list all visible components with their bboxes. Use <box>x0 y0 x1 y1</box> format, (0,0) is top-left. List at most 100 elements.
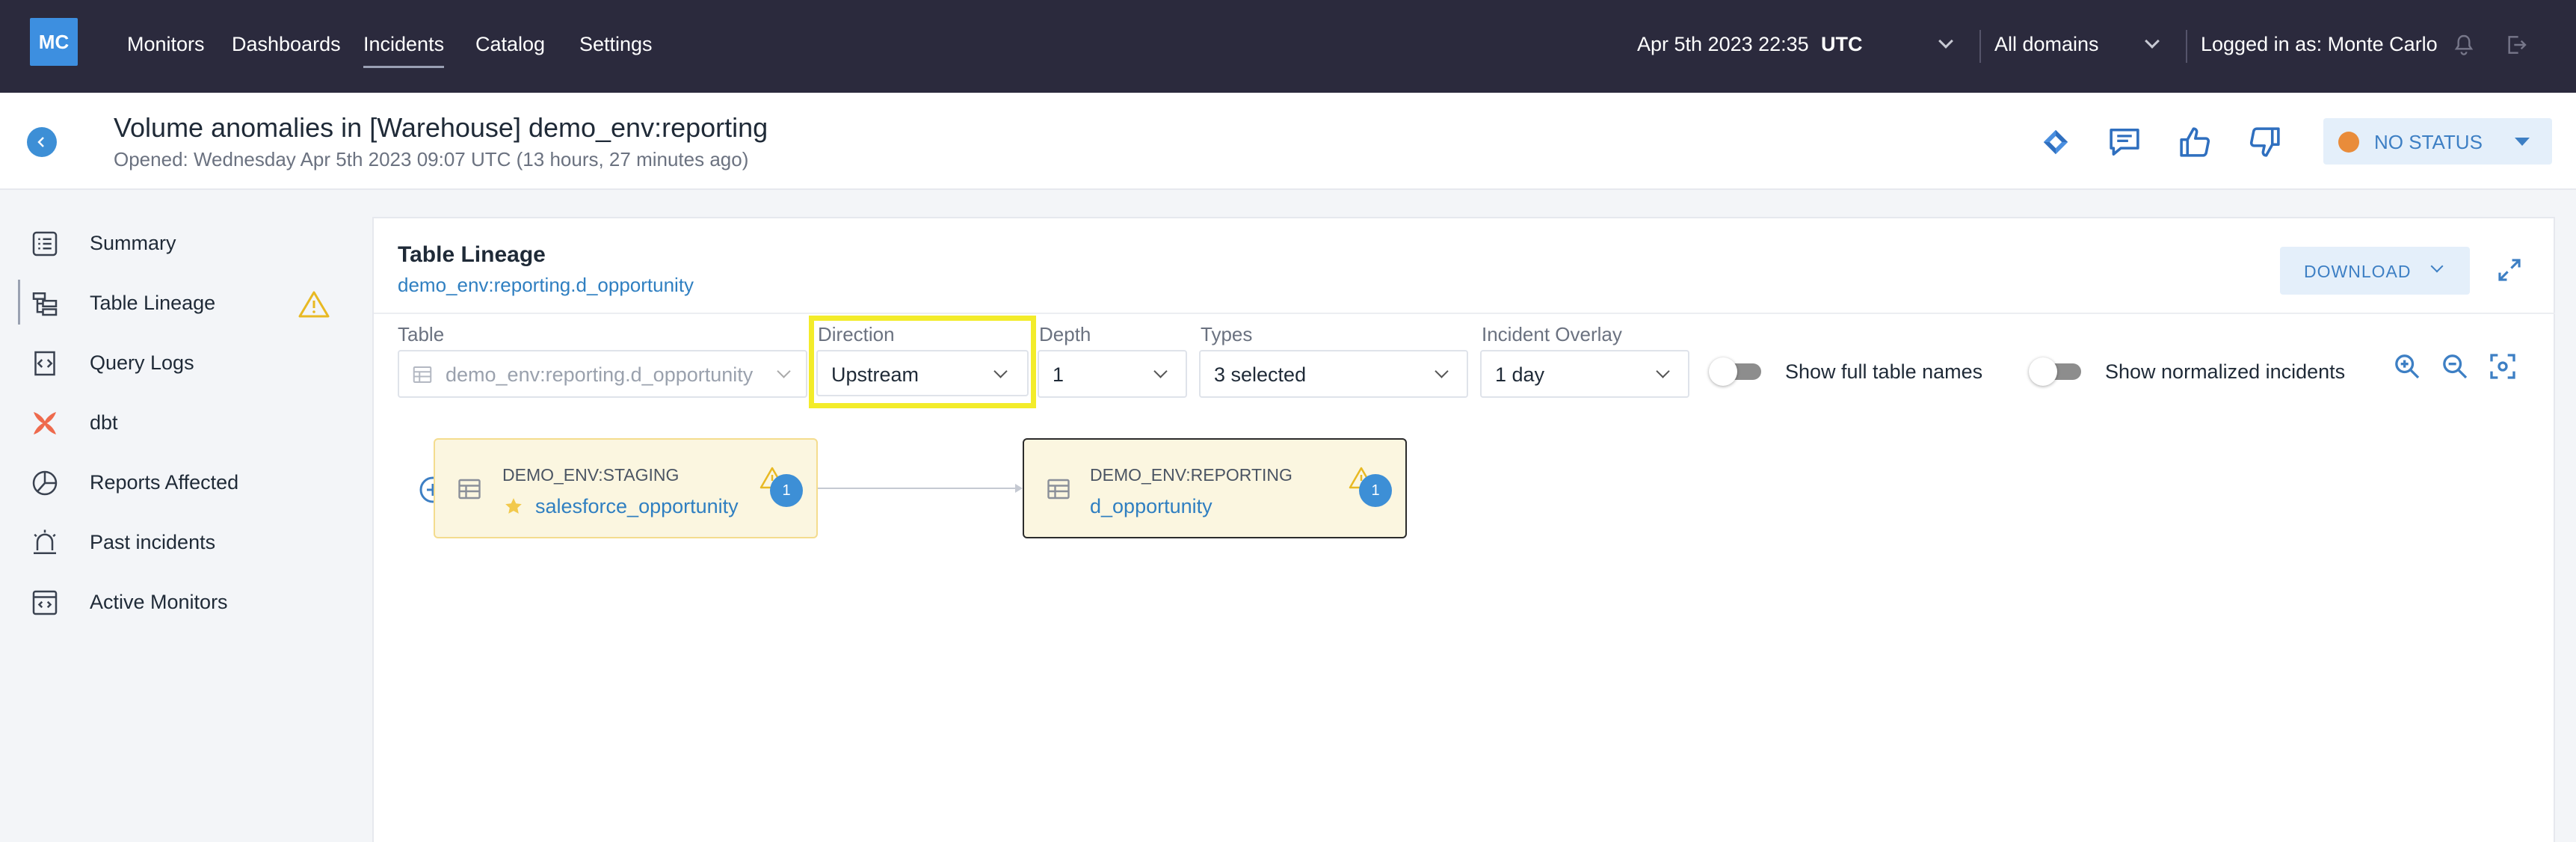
depth-select-value: 1 <box>1053 363 1064 386</box>
table-select: demo_env:reporting.d_opportunity <box>398 350 807 398</box>
nav-dashboards[interactable]: Dashboards <box>232 33 341 56</box>
node-table-name: d_opportunity <box>1090 495 1212 517</box>
sidebar-item-active-monitors[interactable]: Active Monitors <box>0 574 351 628</box>
monte-carlo-logo[interactable]: MC <box>30 18 78 66</box>
monitor-window-icon <box>32 590 58 615</box>
incident-count-badge: 1 <box>1359 474 1392 507</box>
chevron-down-icon <box>1153 364 1168 378</box>
sidebar-item-summary[interactable]: Summary <box>0 215 351 269</box>
table-icon <box>1047 479 1070 500</box>
lineage-node-current[interactable]: DEMO_ENV:REPORTING d_opportunity 1 <box>1023 438 1407 538</box>
lineage-icon <box>32 292 58 316</box>
lineage-node-upstream[interactable]: DEMO_ENV:STAGING salesforce_opportunity … <box>434 438 818 538</box>
divider <box>2186 30 2187 63</box>
card-title: Table Lineage <box>398 242 546 267</box>
sidebar-item-label: Query Logs <box>90 351 194 374</box>
sidebar-item-query-logs[interactable]: Query Logs <box>0 335 351 389</box>
thumbs-down-icon[interactable] <box>2246 123 2284 162</box>
direction-filter-label: Direction <box>818 323 895 345</box>
table-icon <box>413 366 432 383</box>
chevron-left-icon <box>37 137 44 147</box>
node-table-name: salesforce_opportunity <box>535 495 739 517</box>
chevron-down-icon <box>1656 364 1670 378</box>
table-filter-label: Table <box>398 323 445 345</box>
zoom-in-icon[interactable] <box>2392 351 2422 381</box>
table-icon <box>458 479 481 500</box>
sidebar-item-label: dbt <box>90 411 118 434</box>
nav-monitors[interactable]: Monitors <box>127 33 205 56</box>
divider <box>1979 30 1981 63</box>
nav-settings[interactable]: Settings <box>579 33 653 56</box>
domain-select-value: All domains <box>1994 33 2099 55</box>
logout-icon[interactable] <box>2504 33 2528 57</box>
depth-filter-label: Depth <box>1039 323 1091 345</box>
top-nav-bar: MC Monitors Dashboards Incidents Catalog… <box>0 0 2576 93</box>
direction-select[interactable]: Upstream <box>816 350 1029 396</box>
chevron-down-icon <box>1938 34 1953 49</box>
siren-icon <box>34 529 56 554</box>
code-icon <box>34 351 55 376</box>
page-title: Volume anomalies in [Warehouse] demo_env… <box>114 112 768 143</box>
status-indicator-dot <box>2338 132 2359 153</box>
sidebar-item-table-lineage[interactable]: Table Lineage <box>0 275 351 329</box>
status-label: NO STATUS <box>2374 131 2483 153</box>
divider <box>374 313 2555 314</box>
timezone-label: UTC <box>1821 33 1863 55</box>
full-table-names-toggle[interactable] <box>1709 357 1763 386</box>
table-lineage-card: Table Lineage demo_env:reporting.d_oppor… <box>372 217 2555 842</box>
normalized-incidents-label: Show normalized incidents <box>2105 360 2346 383</box>
chevron-down-icon <box>1435 364 1449 378</box>
list-icon <box>32 231 58 256</box>
bell-icon[interactable] <box>2452 33 2476 57</box>
table-link[interactable]: demo_env:reporting.d_opportunity <box>398 274 694 297</box>
logged-in-user: Logged in as: Monte Carlo <box>2201 33 2438 55</box>
sidebar-item-label: Active Monitors <box>90 591 228 613</box>
pie-chart-icon <box>32 470 58 496</box>
incident-count-badge: 1 <box>770 474 803 507</box>
dbt-icon <box>34 412 56 434</box>
star-icon <box>505 498 522 514</box>
datetime-value: Apr 5th 2023 22:35 <box>1637 33 1809 55</box>
node-schema: DEMO_ENV:REPORTING <box>1090 465 1292 485</box>
download-label: DOWNLOAD <box>2304 262 2412 281</box>
back-button[interactable] <box>27 127 57 157</box>
sidebar-item-dbt[interactable]: dbt <box>0 395 351 449</box>
incident-overlay-label: Incident Overlay <box>1482 323 1622 345</box>
full-table-names-label: Show full table names <box>1785 360 1983 383</box>
normalized-incidents-toggle[interactable] <box>2029 357 2083 386</box>
jira-icon[interactable] <box>2036 123 2075 162</box>
warning-icon <box>298 291 330 318</box>
chevron-down-icon <box>2145 34 2160 49</box>
status-dropdown[interactable]: NO STATUS <box>2323 118 2552 165</box>
opened-timestamp: Opened: Wednesday Apr 5th 2023 09:07 UTC… <box>114 148 749 170</box>
expand-icon[interactable] <box>2495 256 2524 284</box>
incident-header: Volume anomalies in [Warehouse] demo_env… <box>0 93 2576 190</box>
lineage-edge <box>818 488 1021 489</box>
incident-overlay-select[interactable]: 1 day <box>1480 350 1689 398</box>
node-schema: DEMO_ENV:STAGING <box>502 465 680 485</box>
table-select-value: demo_env:reporting.d_opportunity <box>446 363 754 386</box>
types-filter-label: Types <box>1201 323 1253 345</box>
sidebar-item-past-incidents[interactable]: Past incidents <box>0 514 351 568</box>
incident-overlay-value: 1 day <box>1495 363 1545 386</box>
sidebar-item-label: Reports Affected <box>90 471 239 494</box>
nav-catalog[interactable]: Catalog <box>475 33 545 56</box>
sidebar-item-reports-affected[interactable]: Reports Affected <box>0 455 351 508</box>
sidebar-item-label: Summary <box>90 232 176 254</box>
comment-icon[interactable] <box>2105 123 2144 162</box>
thumbs-up-icon[interactable] <box>2175 123 2214 162</box>
toggle-knob <box>1709 357 1737 386</box>
types-select[interactable]: 3 selected <box>1199 350 1468 398</box>
nav-incidents[interactable]: Incidents <box>363 33 445 68</box>
depth-select[interactable]: 1 <box>1038 350 1187 398</box>
chevron-down-icon <box>993 364 1008 378</box>
edge-arrowhead <box>1015 484 1023 493</box>
sidebar-item-label: Table Lineage <box>90 292 216 314</box>
download-button[interactable]: DOWNLOAD <box>2280 247 2470 295</box>
direction-select-value: Upstream <box>831 363 919 386</box>
incident-sidebar: Summary Table Lineage Query Logs dbt Rep… <box>0 190 371 842</box>
chevron-down-icon <box>777 364 791 378</box>
zoom-out-icon[interactable] <box>2440 351 2470 381</box>
sidebar-item-label: Past incidents <box>90 531 216 553</box>
fit-to-screen-icon[interactable] <box>2488 351 2518 381</box>
